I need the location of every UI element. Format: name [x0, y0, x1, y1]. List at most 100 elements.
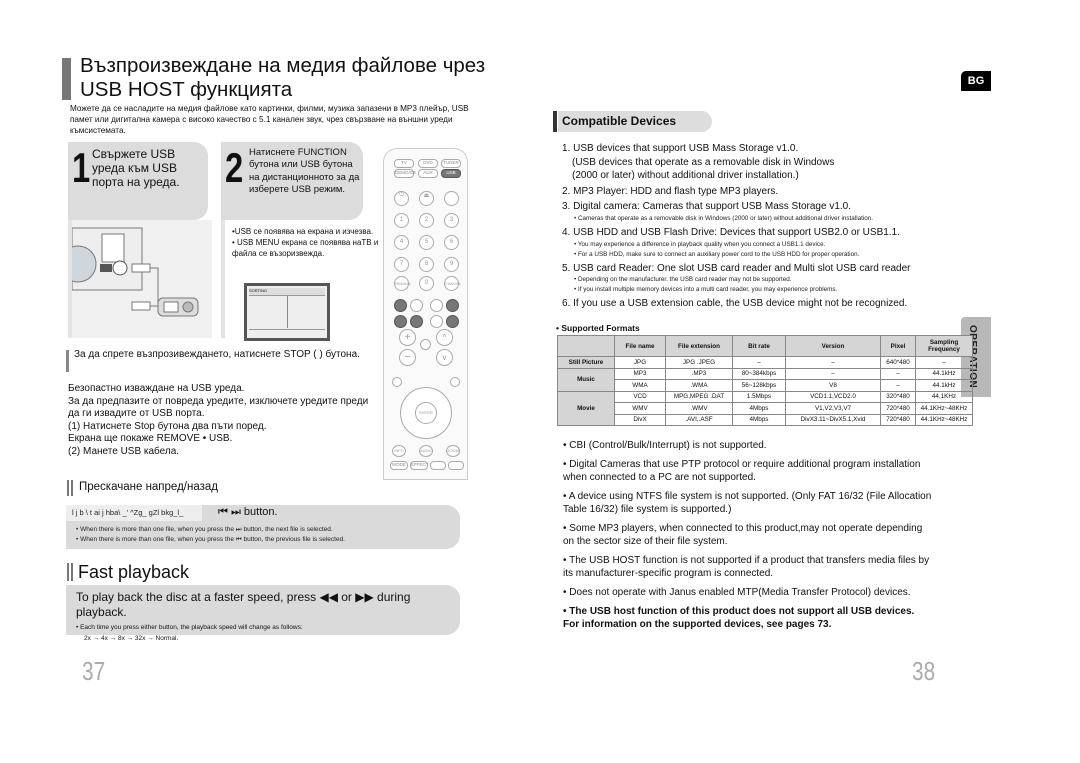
safe-removal-text: Безопастно изваждане на USB уреда. За да…	[68, 383, 378, 459]
table-cell: DivX	[614, 413, 666, 426]
item-text: 4. USB HDD and USB Flash Drive: Devices …	[562, 226, 900, 238]
page-number-left: 37	[82, 656, 106, 686]
category-cell: Music	[557, 367, 615, 392]
table-cell: 44.1KHz~48KHz	[915, 402, 973, 415]
step-button	[410, 299, 423, 312]
table-cell: 720*480	[880, 402, 916, 415]
enter-button: ENTER	[415, 402, 437, 424]
stop-icon	[410, 315, 423, 328]
step-2-notes: •USB се появява на екрана и изчезва. • U…	[232, 226, 382, 259]
table-cell: 44.1kHz	[915, 367, 973, 380]
table-header-row: File name File extension Bit rate Version Pi…	[557, 335, 973, 357]
table-cell: –	[732, 356, 786, 369]
table-cell: 44.1KHz~48KHz	[915, 413, 973, 426]
rewind-icon	[394, 299, 407, 312]
step-1-illustration-panel	[59, 220, 212, 338]
item-text: 5. USB card Reader: One slot USB card re…	[562, 262, 911, 274]
table-cell: 56~128kbps	[732, 379, 786, 392]
step-text: Свържете USB уреда към USB порта на уред…	[92, 147, 180, 189]
table-cell: 4Mbps	[732, 413, 786, 426]
table-cell: 44.1KHz	[915, 390, 973, 403]
eject-icon: ⏏	[419, 191, 434, 206]
digit-key: 4	[394, 235, 409, 250]
table-cell: JPG	[614, 356, 666, 369]
usb-note: • Digital Cameras that use PTP protocol …	[563, 459, 921, 483]
table-cell: 44.1kHz	[915, 379, 973, 392]
page-number-right: 38	[912, 656, 936, 686]
tuning-down-icon: v	[436, 349, 453, 366]
table-cell: VCD1.1,VCD2.0	[785, 390, 881, 403]
note-accent-bar	[66, 350, 69, 372]
heading-bar	[67, 563, 69, 581]
item-text: 1. USB devices that support USB Mass Sto…	[562, 143, 799, 154]
item-sub-note: • If you install multiple memory devices…	[574, 286, 838, 294]
item-sub-note: • You may experience a difference in pla…	[574, 240, 826, 248]
table-cell: .WMA	[665, 379, 733, 392]
screen-header: SORTING	[249, 288, 325, 296]
note: •USB се появява на екрана и изчезва.	[232, 227, 374, 236]
digit-key: 8	[419, 257, 434, 272]
heading-accent-bar	[553, 111, 557, 132]
power-icon: ⏻	[394, 191, 409, 206]
table-cell: MPG,MPEG .DAT	[665, 390, 733, 403]
digit-key: 7	[394, 257, 409, 272]
tuning-up-icon: ^	[436, 329, 453, 346]
heading-text: Compatible Devices	[562, 114, 677, 128]
skip-forward-icon	[446, 315, 459, 328]
skip-line: l j b \ t ai j hba\ _' ^Zg_ gZl bkg_l_	[72, 508, 184, 517]
test-tone-button	[448, 461, 464, 470]
table-row: WMV .WMV 4Mbps V1,V2,V3,V7 720*480 44.1KHz~48…	[558, 402, 973, 415]
item-text: 2. MP3 Player: HDD and flash type MP3 pl…	[562, 185, 779, 197]
safe-line: Безопастно изваждане на USB уреда.	[68, 383, 245, 394]
usb-note: • The USB host function of this product …	[563, 606, 915, 630]
screen-footer	[249, 329, 325, 336]
table-cell: V1,V2,V3,V7	[785, 402, 881, 415]
table-row: Music MP3 .MP3 80~384kbps – –44.1kHz	[557, 367, 973, 392]
device-list-item: 1. USB devices that support USB Mass Sto…	[562, 142, 942, 183]
menu-button	[392, 377, 402, 387]
taping-button	[430, 461, 446, 470]
device-list-item: 4. USB HDD and USB Flash Drive: Devices …	[562, 226, 942, 260]
fast-playback-box: To play back the disc at a faster speed,…	[66, 585, 460, 635]
remote-demo-button: DEMO/SB	[394, 169, 416, 178]
item-continuation: (2000 or later) without additional drive…	[572, 170, 799, 182]
usb-notes-list: • CBI (Control/Bulk/Interrupt) is not su…	[563, 439, 933, 637]
heading-bar	[67, 480, 69, 496]
remain-key: REMAIN	[394, 276, 411, 291]
table-cell: WMV	[614, 402, 666, 415]
table-cell: –	[915, 356, 973, 369]
table-cell: JPG .JPEG	[665, 356, 733, 369]
skip-buttons-label: ⏮ ⏭ button.	[218, 506, 278, 518]
skip-heading: Прескачане напред/назад	[79, 481, 218, 493]
category-cell: Still Picture	[557, 356, 615, 369]
return-button	[450, 377, 460, 387]
table-cell: –	[880, 367, 916, 380]
speed-sequence: 2x → 4x → 8x → 32x → Normal.	[84, 635, 179, 642]
usb-note: • Does not operate with Janus enabled MT…	[563, 587, 911, 598]
skip-box: l j b \ t ai j hba\ _' ^Zg_ gZl bkg_l_ ⏮…	[66, 505, 460, 549]
column-header: File name	[614, 335, 666, 357]
table-cell: 1.5Mbps	[732, 390, 786, 403]
device-list-item: 5. USB card Reader: One slot USB card re…	[562, 262, 942, 296]
item-continuation: (USB devices that operate as a removable…	[572, 156, 835, 168]
step-number: 2	[225, 144, 244, 191]
page-title: Възпроизвеждане на медия файлове чрез US…	[80, 54, 485, 102]
table-row: WMA .WMA 56~128kbps V8–44.1kHz	[558, 379, 973, 392]
safe-line: За да предпазите от повреда уредите, изк…	[68, 395, 369, 420]
tv-video-button	[444, 191, 459, 206]
table-cell: VCD	[614, 390, 666, 403]
stop-note: За да спрете възпрозивеждането, натиснет…	[74, 349, 360, 360]
remote-tv-button: TV	[394, 159, 414, 168]
usb-menu-screen-illustration: SORTING	[244, 283, 330, 341]
table-row: Movie VCD MPG,MPEG .DAT 1.5Mbps VCD1.1,VCD2.…	[557, 390, 973, 426]
cancel-key: CANCEL	[444, 276, 461, 291]
digit-key: 9	[444, 257, 459, 272]
play-pause-icon	[430, 315, 443, 328]
heading-bar	[71, 480, 73, 496]
usb-connection-illustration	[59, 227, 199, 317]
fast-forward-icon	[446, 299, 459, 312]
volume-up-icon: +	[399, 329, 416, 346]
fast-playback-note: • Each time you press either button, the…	[76, 624, 303, 631]
item-text: 3. Digital camera: Cameras that support …	[562, 201, 852, 213]
column-header: Bit rate	[732, 335, 786, 357]
